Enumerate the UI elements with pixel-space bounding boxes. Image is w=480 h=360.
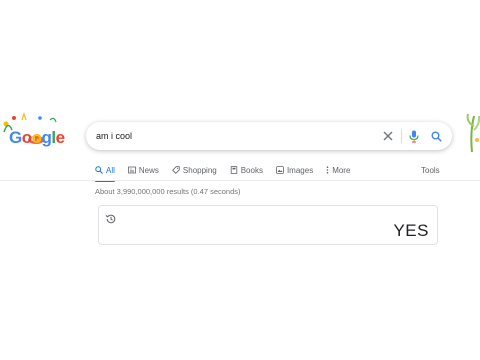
answer-text: YES xyxy=(393,221,429,240)
tab-books[interactable]: Books xyxy=(230,160,263,180)
voice-search-button[interactable] xyxy=(406,128,422,144)
tab-label: More xyxy=(332,165,351,175)
tab-label: Books xyxy=(240,165,263,175)
history-icon[interactable] xyxy=(105,212,117,224)
search-input[interactable] xyxy=(96,128,356,144)
news-icon xyxy=(127,166,136,174)
microphone-icon xyxy=(409,130,419,142)
logo-wordmark: Google xyxy=(9,128,65,147)
tab-label: Images xyxy=(286,165,314,175)
tools-label: Tools xyxy=(421,165,440,175)
tab-all[interactable]: All xyxy=(95,160,115,182)
search-box-divider xyxy=(401,129,402,143)
search-tabs: All News Shopping Books Images More xyxy=(95,160,363,182)
clear-search-button[interactable] xyxy=(380,128,396,144)
more-vert-icon xyxy=(326,166,329,174)
answer-card: YES xyxy=(98,205,438,245)
search-box[interactable] xyxy=(86,122,452,150)
search-icon xyxy=(95,166,103,174)
tab-label: News xyxy=(138,165,159,175)
doodle-decoration-right xyxy=(462,112,480,154)
search-submit-button[interactable] xyxy=(428,128,444,144)
tab-shopping[interactable]: Shopping xyxy=(172,160,217,180)
book-icon xyxy=(230,166,238,174)
tools-button[interactable]: Tools xyxy=(421,160,440,180)
search-icon xyxy=(431,131,442,142)
image-icon xyxy=(276,166,284,174)
tag-icon xyxy=(172,166,180,174)
tab-more[interactable]: More xyxy=(326,160,350,180)
result-stats: About 3,990,000,000 results (0.47 second… xyxy=(95,187,241,196)
google-logo[interactable]: Google xyxy=(0,110,66,154)
tab-news[interactable]: News xyxy=(127,160,159,180)
tab-label: All xyxy=(106,165,115,175)
tab-label: Shopping xyxy=(182,165,217,175)
tab-images[interactable]: Images xyxy=(276,160,313,180)
close-icon xyxy=(383,131,393,141)
tabs-divider xyxy=(0,180,480,181)
